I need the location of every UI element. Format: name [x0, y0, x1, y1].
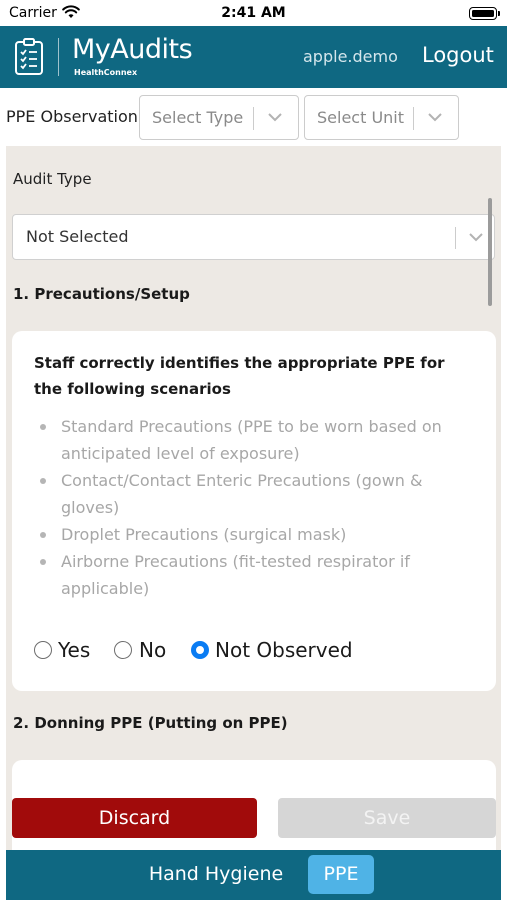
status-time: 2:41 AM — [221, 5, 286, 21]
chevron-down-icon — [268, 113, 282, 122]
chevron-down-icon — [469, 233, 483, 242]
radio-button-icon — [114, 641, 132, 659]
question-text: Staff correctly identifies the appropria… — [34, 354, 445, 398]
logout-button[interactable]: Logout — [422, 43, 494, 67]
bottom-tab-bar: Hand Hygiene PPE — [6, 850, 501, 900]
radio-label: Yes — [58, 638, 91, 662]
list-item: Airborne Precautions (fit-tested respira… — [40, 548, 470, 602]
select-unit-placeholder: Select Unit — [317, 108, 405, 127]
battery-icon — [469, 7, 500, 20]
audit-form-panel[interactable]: Audit Type Not Selected 1. Precautions/S… — [6, 146, 501, 850]
dropdown-separator — [455, 227, 456, 249]
app-header: MyAudits HealthConnex apple.demo Logout — [0, 26, 507, 88]
status-bar: Carrier 2:41 AM — [0, 0, 507, 26]
tab-ppe[interactable]: PPE — [308, 855, 374, 894]
observation-label: PPE Observation — [6, 107, 138, 126]
radio-no[interactable]: No — [114, 638, 167, 662]
clipboard-checklist-icon — [15, 38, 43, 75]
audit-type-value: Not Selected — [26, 227, 129, 246]
scenario-list: Standard Precautions (PPE to be worn bas… — [40, 413, 470, 602]
select-type-placeholder: Select Type — [152, 108, 244, 127]
discard-button[interactable]: Discard — [12, 798, 257, 838]
select-type-dropdown[interactable]: Select Type — [139, 95, 299, 140]
chevron-down-icon — [428, 113, 442, 122]
list-item: Contact/Contact Enteric Precautions (gow… — [40, 467, 470, 521]
dropdown-separator — [413, 107, 414, 130]
tab-hand-hygiene[interactable]: Hand Hygiene — [136, 855, 296, 894]
radio-yes[interactable]: Yes — [34, 638, 94, 662]
section-title: 2. Donning PPE (Putting on PPE) — [13, 714, 288, 732]
radio-button-selected-icon — [191, 641, 209, 659]
list-item: Droplet Precautions (surgical mask) — [40, 521, 470, 548]
brand-title: MyAudits — [72, 34, 193, 65]
brand-subtitle: HealthConnex — [74, 68, 138, 77]
audit-type-label: Audit Type — [13, 170, 92, 188]
radio-button-icon — [34, 641, 52, 659]
logo-divider — [58, 38, 59, 76]
question-card: Staff correctly identifies the appropria… — [12, 331, 496, 691]
save-button[interactable]: Save — [278, 798, 496, 838]
radio-label: Not Observed — [215, 638, 353, 662]
select-unit-dropdown[interactable]: Select Unit — [304, 95, 459, 140]
dropdown-separator — [253, 107, 254, 130]
scrollbar[interactable] — [488, 198, 492, 306]
filter-row: PPE Observation Select Type Select Unit — [0, 88, 507, 146]
radio-label: No — [139, 638, 167, 662]
audit-type-dropdown[interactable]: Not Selected — [12, 214, 495, 260]
username-label: apple.demo — [303, 47, 398, 66]
list-item: Standard Precautions (PPE to be worn bas… — [40, 413, 470, 467]
section-title: 1. Precautions/Setup — [13, 285, 190, 303]
radio-not-observed[interactable]: Not Observed — [191, 638, 361, 662]
